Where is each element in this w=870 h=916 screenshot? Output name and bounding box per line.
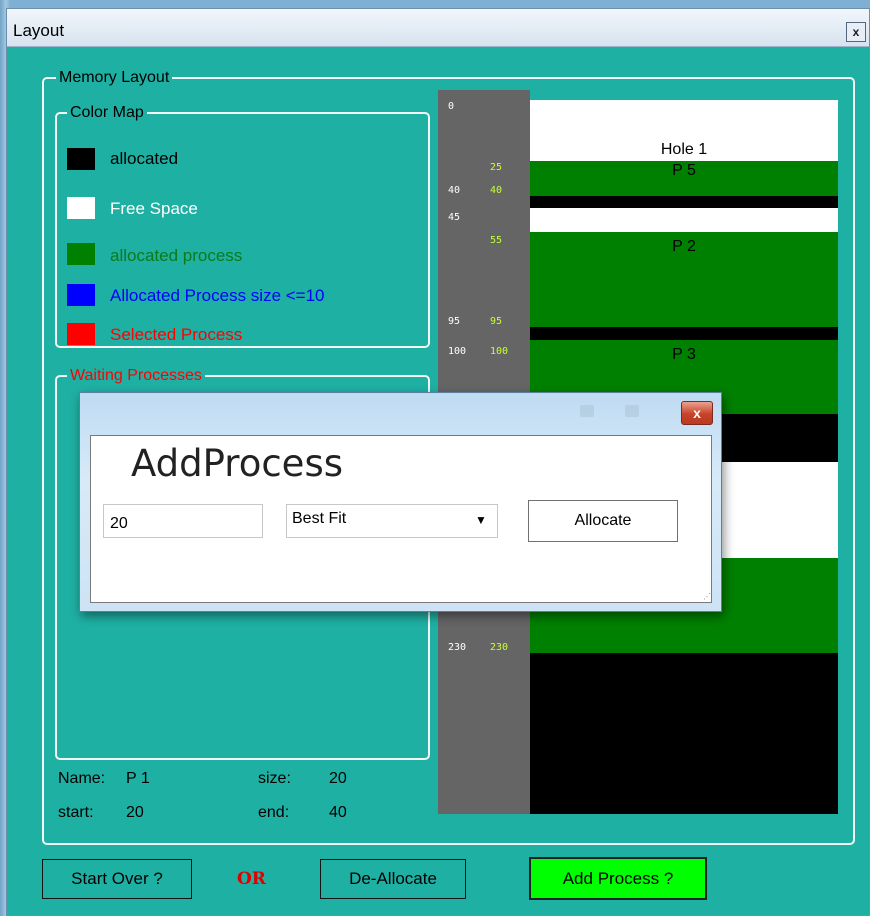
add-process-button[interactable]: Add Process ? [529,857,707,900]
address-end: 40 [490,185,503,196]
legend-selected-process: Selected Process [110,325,243,344]
size-value: 20 [329,770,347,787]
address-end: 100 [490,346,509,357]
memory-layout-label: Memory Layout [56,69,173,87]
process-size-input[interactable] [103,504,263,538]
end-value: 40 [329,804,347,821]
allocated-swatch [67,148,95,170]
small-process-swatch [67,284,95,306]
color-map-label: Color Map [67,104,147,122]
address-end: 55 [490,235,503,246]
allocate-button[interactable]: Allocate [528,500,678,542]
segment-allocated-1[interactable] [530,196,838,208]
fit-strategy-value: Best Fit [292,510,347,527]
close-icon[interactable]: x [846,22,866,42]
address-end: 25 [490,162,503,173]
address-start: 45 [448,212,461,223]
segment-allocated-4[interactable] [530,653,838,814]
fit-strategy-select[interactable]: Best Fit ▼ [286,504,498,538]
dialog-title: AddProcess [131,442,343,485]
legend-allocated-process: allocated process [110,246,243,265]
address-start: 100 [448,346,467,357]
legend-small-process: Allocated Process size <=10 [110,286,325,305]
add-process-dialog: x AddProcess Best Fit ▼ Allocate ⋰ [79,392,722,612]
start-over-button[interactable]: Start Over ? [42,859,192,899]
deallocate-button[interactable]: De-Allocate [320,859,466,899]
end-label: end: [258,804,290,821]
name-value: P 1 [126,770,150,787]
free-space-swatch [67,197,95,219]
address-end: 230 [490,642,509,653]
allocated-process-swatch [67,243,95,265]
window-title: Layout [13,21,65,40]
start-label: start: [58,804,94,821]
hole-1-label: Hole 1 [660,141,708,158]
p5-label: P 5 [672,162,696,179]
title-bar[interactable]: Layout x [7,9,869,47]
address-start: 40 [448,185,461,196]
maximize-icon [625,405,639,417]
address-start: 230 [448,642,467,653]
name-label: Name: [58,770,106,787]
dialog-close-icon[interactable]: x [681,401,713,425]
address-start: 95 [448,316,461,327]
p2-label: P 2 [672,238,696,255]
minimize-icon [580,405,594,417]
or-label: OR [237,869,266,889]
start-value: 20 [126,804,144,821]
selected-process-swatch [67,323,95,345]
p3-label: P 3 [672,346,696,363]
segment-free-2[interactable] [530,208,838,232]
size-label: size: [258,770,291,787]
resize-grip-icon[interactable]: ⋰ [703,592,711,601]
chevron-down-icon: ▼ [475,513,487,527]
legend-allocated: allocated [110,149,179,168]
legend-free-space: Free Space [110,199,198,218]
address-start: 0 [448,101,455,112]
waiting-processes-label: Waiting Processes [67,367,205,385]
dialog-body: AddProcess Best Fit ▼ Allocate ⋰ [90,435,712,603]
address-end: 95 [490,316,503,327]
segment-allocated-2[interactable] [530,327,838,340]
